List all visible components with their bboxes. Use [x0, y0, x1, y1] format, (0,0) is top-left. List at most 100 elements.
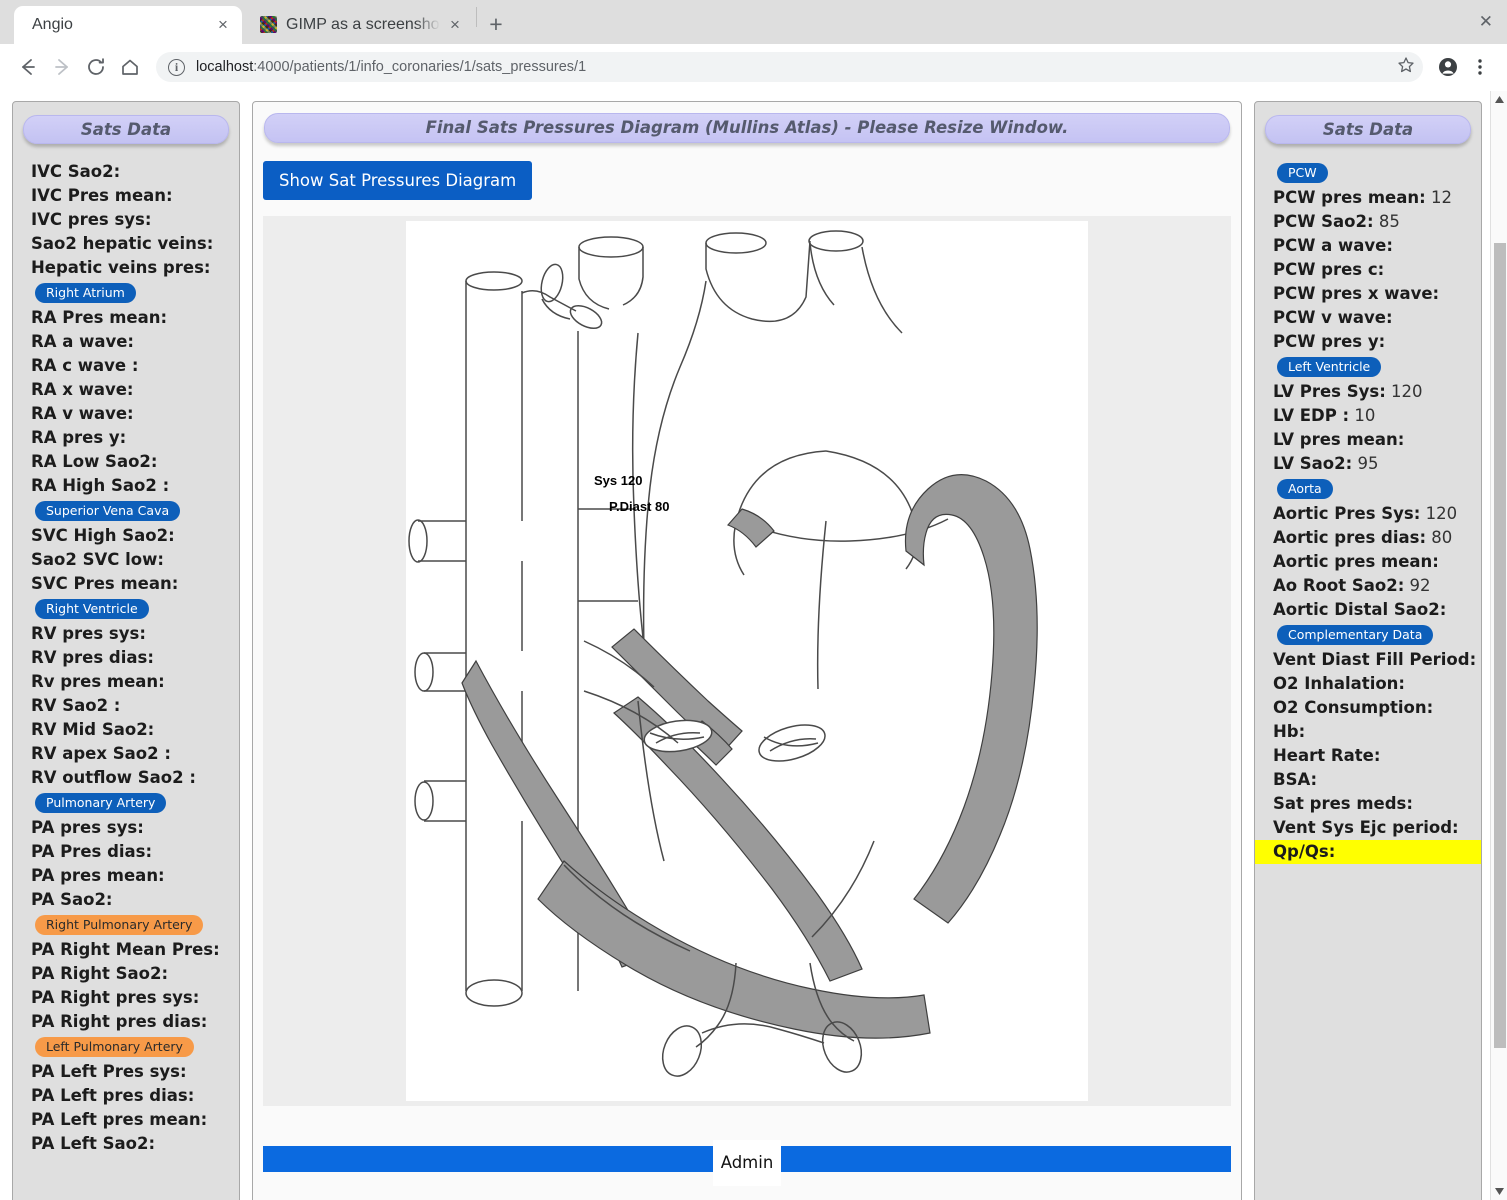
tab-title: GIMP as a screenshot t [286, 15, 440, 33]
admin-button[interactable]: Admin [713, 1139, 781, 1186]
data-field-row: PA Left pres dias: [31, 1084, 239, 1108]
section-badge[interactable]: Left Ventricle [1277, 356, 1382, 377]
url-host: localhost [196, 59, 254, 76]
field-label: RA Low Sao2: [31, 451, 158, 471]
new-tab-button[interactable]: + [479, 8, 513, 42]
field-label: RV pres dias: [31, 647, 154, 667]
field-label: Sao2 hepatic veins: [31, 233, 214, 253]
left-panel-title: Sats Data [23, 114, 229, 144]
field-label: Sat pres meds: [1273, 793, 1413, 813]
heart-anatomy-diagram[interactable]: Sys 120 P.Diast 80 [406, 220, 1088, 1101]
data-field-row: RV apex Sao2 : [31, 742, 239, 766]
section-badge[interactable]: Right Atrium [35, 282, 136, 303]
section-badge-row: Complementary Data [1273, 622, 1481, 648]
data-field-row: Sao2 SVC low: [31, 548, 239, 572]
tab-close-icon[interactable]: × [214, 16, 232, 33]
field-label: RV outflow Sao2 : [31, 767, 196, 787]
tab-gimp[interactable]: GIMP as a screenshot t × [242, 5, 474, 44]
field-label: RA High Sao2 : [31, 475, 170, 495]
section-badge[interactable]: PCW [1277, 162, 1328, 183]
show-sat-pressures-diagram-button[interactable]: Show Sat Pressures Diagram [263, 160, 533, 200]
section-badge[interactable]: Right Ventricle [35, 598, 149, 619]
scrollbar-thumb[interactable] [1494, 242, 1506, 1048]
section-badge[interactable]: Complementary Data [1277, 624, 1434, 645]
data-field-row: RA Low Sao2: [31, 450, 239, 474]
tab-angio[interactable]: Angio × [14, 5, 242, 44]
field-label: SVC High Sao2: [31, 525, 175, 545]
data-field-row: Rv pres mean: [31, 670, 239, 694]
page-title: Final Sats Pressures Diagram (Mullins At… [264, 112, 1230, 143]
section-badge[interactable]: Right Pulmonary Artery [35, 914, 204, 935]
section-badge[interactable]: Left Pulmonary Artery [35, 1036, 194, 1057]
field-label: Qp/Qs: [1273, 841, 1336, 861]
page-content: Sats Data IVC Sao2: IVC Pres mean: IVC pre… [0, 90, 1490, 1200]
field-label: PA Sao2: [31, 889, 113, 909]
field-label: Rv pres mean: [31, 671, 165, 691]
data-field-row: Hb: [1273, 720, 1481, 744]
page-scrollbar[interactable] [1490, 90, 1507, 1200]
browser-toolbar: i localhost:4000/patients/1/info_coronar… [0, 43, 1507, 91]
tab-strip: Angio × GIMP as a screenshot t × + ✕ [0, 0, 1507, 44]
field-label: LV pres mean: [1273, 429, 1405, 449]
address-bar[interactable]: i localhost:4000/patients/1/info_coronar… [156, 52, 1423, 83]
field-value: 12 [1425, 187, 1452, 207]
pdiast-annotation: P.Diast 80 [609, 499, 669, 514]
data-field-row: O2 Consumption: [1273, 696, 1481, 720]
three-dot-menu-icon[interactable] [1465, 52, 1495, 82]
tab-close-icon[interactable]: × [446, 16, 464, 33]
gimp-noise-icon [260, 16, 277, 34]
data-field-row: PCW pres mean: 12 [1273, 186, 1481, 210]
field-value: 10 [1349, 405, 1376, 425]
data-field-row: PA Left Pres sys: [31, 1060, 239, 1084]
data-field-row: PCW v wave: [1273, 306, 1481, 330]
data-field-row: PA Sao2: [31, 888, 239, 912]
section-badge[interactable]: Superior Vena Cava [35, 500, 181, 521]
data-field-row: IVC Pres mean: [31, 184, 239, 208]
data-field-row: PCW pres y: [1273, 330, 1481, 354]
data-field-row: Vent Diast Fill Period: [1273, 648, 1481, 672]
section-badge[interactable]: Aorta [1277, 478, 1333, 499]
browser-window: Angio × GIMP as a screenshot t × + ✕ i l… [0, 0, 1507, 1200]
field-label: Aortic pres mean: [1273, 551, 1439, 571]
data-field-row: Sat pres meds: [1273, 792, 1481, 816]
data-field-row: SVC Pres mean: [31, 572, 239, 596]
data-field-row: PA Right pres dias: [31, 1010, 239, 1034]
field-label: LV Sao2: [1273, 453, 1353, 473]
section-badge-row: PCW [1273, 160, 1481, 186]
data-field-row: RA c wave : [31, 354, 239, 378]
field-label: PA Left Sao2: [31, 1133, 156, 1153]
section-badge-row: Superior Vena Cava [31, 498, 239, 524]
section-badge-row: Pulmonary Artery [31, 790, 239, 816]
section-badge-row: Right Ventricle [31, 596, 239, 622]
field-label: PCW Sao2: [1273, 211, 1374, 231]
field-label: Hepatic veins pres: [31, 257, 211, 277]
data-field-row: PA Left Sao2: [31, 1132, 239, 1156]
forward-button[interactable] [46, 51, 78, 83]
field-label: RA x wave: [31, 379, 134, 399]
field-label: Aortic Distal Sao2: [1273, 599, 1447, 619]
url-text: localhost:4000/patients/1/info_coronarie… [196, 59, 586, 75]
reload-button[interactable] [80, 51, 112, 83]
window-close-icon[interactable]: ✕ [1479, 12, 1493, 32]
data-field-row: Aortic Distal Sao2: [1273, 598, 1481, 622]
bookmark-star-icon[interactable] [1387, 56, 1415, 78]
scroll-down-arrow-icon[interactable] [1491, 1183, 1507, 1200]
field-label: Vent Diast Fill Period: [1273, 649, 1477, 669]
section-badge[interactable]: Pulmonary Artery [35, 792, 167, 813]
scroll-up-arrow-icon[interactable] [1491, 91, 1507, 108]
home-button[interactable] [114, 51, 146, 83]
field-label: Vent Sys Ejc period: [1273, 817, 1459, 837]
field-label: PCW pres mean: [1273, 187, 1426, 207]
data-field-row: PA pres mean: [31, 864, 239, 888]
field-label: RA Pres mean: [31, 307, 168, 327]
back-button[interactable] [12, 51, 44, 83]
field-label: RA v wave: [31, 403, 134, 423]
data-field-row: O2 Inhalation: [1273, 672, 1481, 696]
profile-avatar-icon[interactable] [1433, 52, 1463, 82]
data-field-row: RV Sao2 : [31, 694, 239, 718]
data-field-row: LV Sao2: 95 [1273, 452, 1481, 476]
field-label: PA Right pres sys: [31, 987, 200, 1007]
right-sats-panel: Sats Data PCW PCW pres mean: 12 PCW Sao2: … [1254, 100, 1482, 1200]
field-label: RV Sao2 : [31, 695, 121, 715]
site-info-icon[interactable]: i [168, 58, 185, 76]
